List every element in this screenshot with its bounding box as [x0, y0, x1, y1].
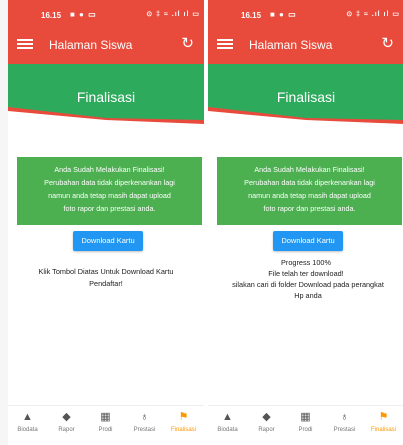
notification-icons: ■ ● ▭	[70, 10, 97, 19]
bottom-navigation: ▲ Biodata ◆ Rapor ▦ Prodi ♁ Prestasi ⚑ F…	[208, 405, 403, 445]
status-time: 16.15	[41, 11, 62, 20]
page-edge	[0, 0, 8, 445]
medal-icon: ♁	[340, 411, 349, 423]
building-icon: ▦	[300, 411, 311, 423]
notice-line: foto rapor dan prestasi anda.	[63, 204, 156, 213]
graduation-cap-icon: ◆	[262, 411, 271, 423]
graduation-cap-icon: ◆	[62, 411, 71, 423]
app-bar-title: Halaman Siswa	[49, 38, 133, 52]
hint-line: Klik Tombol Diatas Untuk Download Kartu	[38, 267, 174, 276]
nav-item-prestasi[interactable]: ♁ Prestasi	[325, 410, 364, 435]
refresh-icon[interactable]: ↻	[181, 34, 194, 52]
building-icon: ▦	[100, 411, 111, 423]
nav-item-biodata[interactable]: ▲ Biodata	[208, 410, 247, 435]
hint-line: Pendaftar!	[89, 279, 123, 288]
status-bar: 16.15 ■ ● ▭ ⊙ ‡ ≈ .ıl ıl ▭	[208, 0, 403, 27]
nav-label: Biodata	[217, 427, 238, 433]
status-bar: 16.15 ■ ● ▭ ⊙ ‡ ≈ .ıl ıl ▭	[8, 0, 204, 27]
refresh-icon[interactable]: ↻	[381, 34, 394, 52]
nav-item-finalisasi[interactable]: ⚑ Finalisasi	[164, 410, 203, 435]
nav-item-rapor[interactable]: ◆ Rapor	[247, 410, 286, 435]
notice-line: Perubahan data tidak diperkenankan lagi	[244, 178, 375, 187]
nav-label: Rapor	[58, 427, 75, 433]
hamburger-icon[interactable]	[17, 37, 33, 53]
notice-line: Anda Sudah Melakukan Finalisasi!	[254, 165, 365, 174]
medal-icon: ♁	[140, 411, 149, 423]
flag-icon: ⚑	[378, 411, 389, 423]
nav-item-rapor[interactable]: ◆ Rapor	[47, 410, 86, 435]
nav-item-finalisasi[interactable]: ⚑ Finalisasi	[364, 410, 403, 435]
finalisasi-notice: Anda Sudah Melakukan Finalisasi! Perubah…	[17, 157, 202, 225]
notification-icons: ■ ● ▭	[270, 10, 297, 19]
flag-icon: ⚑	[178, 411, 189, 423]
download-kartu-button[interactable]: Download Kartu	[273, 231, 343, 251]
nav-item-prodi[interactable]: ▦ Prodi	[286, 410, 325, 435]
location-line: Hp anda	[294, 291, 322, 300]
notice-line: foto rapor dan prestasi anda.	[263, 204, 356, 213]
nav-label: Rapor	[258, 427, 275, 433]
download-hint: Klik Tombol Diatas Untuk Download Kartu …	[20, 266, 192, 290]
status-time: 16.15	[241, 11, 262, 20]
person-icon: ▲	[22, 411, 33, 423]
finalisasi-notice: Anda Sudah Melakukan Finalisasi! Perubah…	[217, 157, 402, 225]
nav-item-biodata[interactable]: ▲ Biodata	[8, 410, 47, 435]
system-status-icons: ⊙ ‡ ≈ .ıl ıl ▭	[146, 11, 200, 18]
hamburger-icon[interactable]	[217, 37, 233, 53]
nav-label: Prestasi	[333, 427, 356, 433]
finalisasi-banner: Finalisasi	[208, 64, 403, 136]
download-location-message: silakan cari di folder Download pada per…	[208, 279, 403, 301]
bottom-navigation: ▲ Biodata ◆ Rapor ▦ Prodi ♁ Prestasi ⚑ F…	[8, 405, 204, 445]
nav-label: Prodi	[98, 427, 113, 433]
screen-before-download: 16.15 ■ ● ▭ ⊙ ‡ ≈ .ıl ıl ▭ Halaman Siswa…	[8, 0, 204, 445]
nav-item-prodi[interactable]: ▦ Prodi	[86, 410, 125, 435]
person-icon: ▲	[222, 411, 233, 423]
banner-title: Finalisasi	[76, 89, 136, 105]
download-progress: Progress 100%	[281, 258, 331, 267]
app-bar: Halaman Siswa ↻	[8, 27, 204, 64]
banner-title: Finalisasi	[276, 89, 336, 105]
app-bar-title: Halaman Siswa	[249, 38, 333, 52]
notice-line: Anda Sudah Melakukan Finalisasi!	[54, 165, 165, 174]
screen-after-download: 16.15 ■ ● ▭ ⊙ ‡ ≈ .ıl ıl ▭ Halaman Siswa…	[208, 0, 403, 445]
system-status-icons: ⊙ ‡ ≈ .ıl ıl ▭	[346, 11, 400, 18]
notice-line: Perubahan data tidak diperkenankan lagi	[44, 178, 175, 187]
notice-line: namun anda tetap masih dapat upload	[48, 191, 171, 200]
notice-line: namun anda tetap masih dapat upload	[248, 191, 371, 200]
download-complete-message: File telah ter download!	[268, 269, 344, 278]
app-bar: Halaman Siswa ↻	[208, 27, 403, 64]
nav-label: Biodata	[17, 427, 38, 433]
finalisasi-banner: Finalisasi	[8, 64, 204, 136]
nav-label: Finalisasi	[370, 427, 396, 433]
download-kartu-button[interactable]: Download Kartu	[73, 231, 143, 251]
nav-label: Finalisasi	[170, 427, 196, 433]
nav-label: Prodi	[298, 427, 313, 433]
nav-item-prestasi[interactable]: ♁ Prestasi	[125, 410, 164, 435]
nav-label: Prestasi	[133, 427, 156, 433]
location-line: silakan cari di folder Download pada per…	[232, 280, 384, 289]
